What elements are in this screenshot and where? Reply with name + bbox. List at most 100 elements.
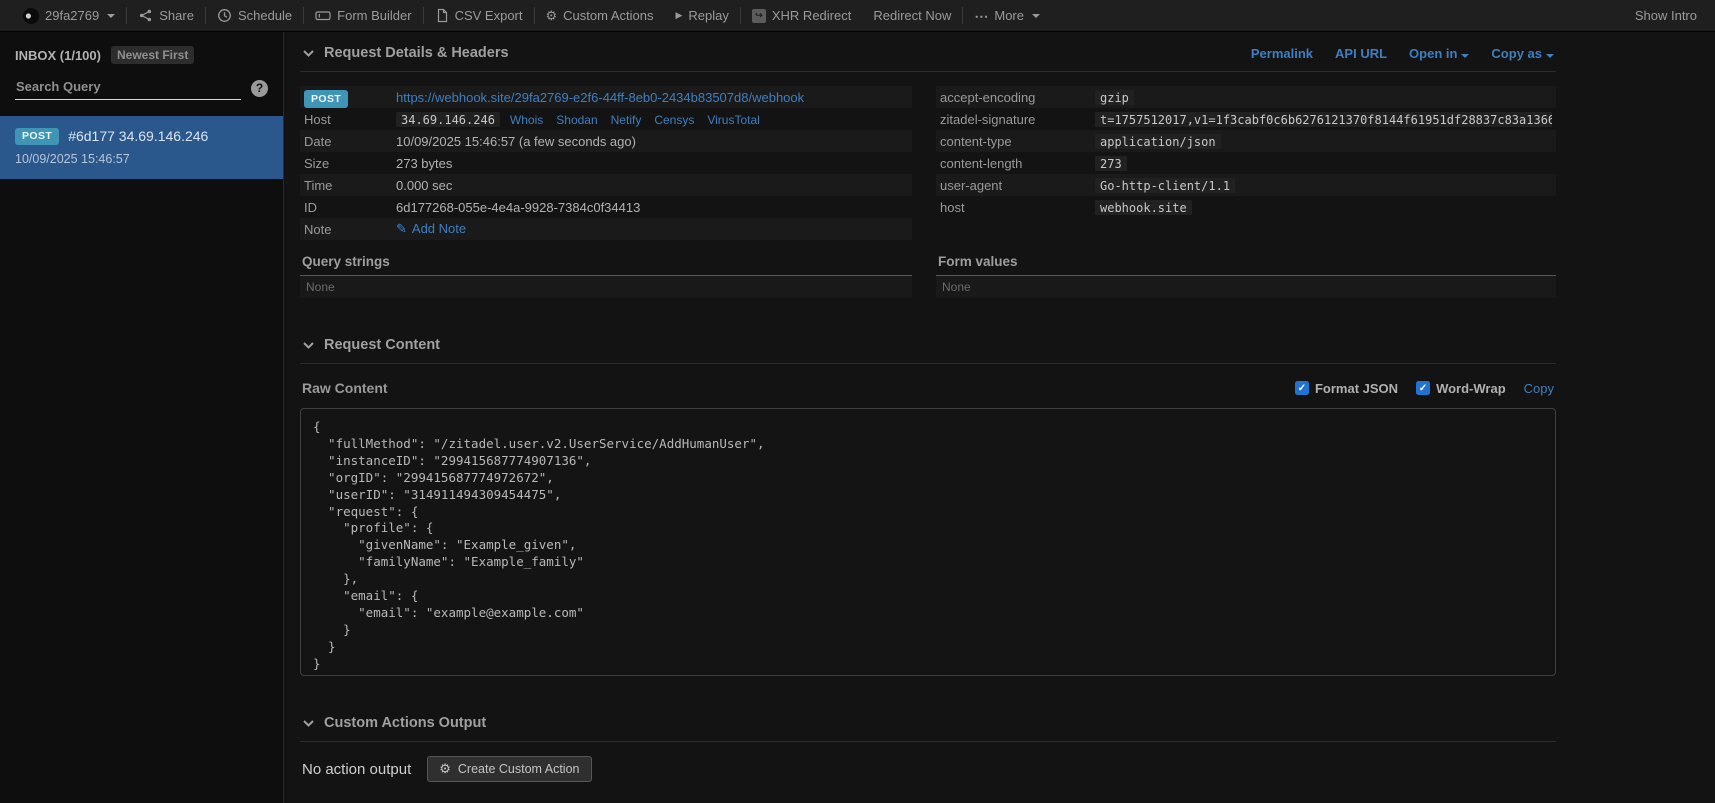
virustotal-link[interactable]: VirusTotal [707,113,759,127]
detail-row-note: Note Add Note [300,218,912,240]
no-action-output-label: No action output [302,761,411,778]
nav-more-label: More [994,8,1024,23]
webhook-url-link[interactable]: https://webhook.site/29fa2769-e2f6-44ff-… [396,90,804,105]
chevron-down-icon [107,14,115,18]
share-icon [138,8,153,23]
detail-label: Time [304,178,396,193]
detail-label: Host [304,112,396,127]
request-list-item-selected[interactable]: POST #6d177 34.69.146.246 10/09/2025 15:… [0,116,283,179]
nav-replay[interactable]: Replay [664,0,739,32]
open-in-label: Open in [1409,46,1457,61]
section-request-content-title: Request Content [324,337,440,353]
size-value: 273 bytes [396,156,908,171]
raw-content-bar: Raw Content Format JSON Word-Wrap Copy [302,380,1554,396]
add-note-label: Add Note [412,221,466,236]
chevron-down-icon [1032,14,1040,18]
open-in-dropdown[interactable]: Open in [1409,46,1469,61]
play-icon [675,11,682,20]
form-input-icon [315,8,331,23]
gear-icon [439,762,451,776]
nav-schedule-label: Schedule [238,8,292,23]
nav-form-builder-label: Form Builder [337,8,411,23]
clock-icon [217,8,232,23]
copy-as-dropdown[interactable]: Copy as [1491,46,1554,61]
create-custom-action-button[interactable]: Create Custom Action [427,756,591,782]
add-note-link[interactable]: Add Note [396,221,466,236]
requests-sidebar: INBOX (1/100) Newest First POST #6d177 3… [0,32,284,803]
query-strings-empty: None [300,276,912,298]
nav-xhr-redirect[interactable]: XHR Redirect [741,0,862,32]
header-row: content-length 273 [936,152,1556,174]
inbox-count-label: INBOX (1/100) [15,48,101,63]
xhr-redirect-icon [752,9,766,23]
section-request-details-title: Request Details & Headers [324,45,509,61]
token-label: 29fa2769 [45,8,99,23]
request-timestamp: 10/09/2025 15:46:57 [15,152,268,166]
word-wrap-label: Word-Wrap [1436,381,1506,396]
detail-row-size: Size 273 bytes [300,152,912,174]
header-value: 273 [1095,156,1127,171]
chevron-down-icon [302,339,315,352]
method-badge: POST [15,128,59,145]
nav-custom-actions[interactable]: Custom Actions [535,0,665,32]
format-json-checkbox[interactable]: Format JSON [1295,381,1398,396]
nav-redirect-now[interactable]: Redirect Now [862,0,962,32]
netify-link[interactable]: Netify [611,113,642,127]
whois-link[interactable]: Whois [510,113,543,127]
header-name: host [940,200,1095,215]
nav-schedule[interactable]: Schedule [206,0,303,32]
api-url-link[interactable]: API URL [1335,46,1387,61]
permalink-link[interactable]: Permalink [1251,46,1313,61]
header-name: user-agent [940,178,1095,193]
raw-json-content: { "fullMethod": "/zitadel.user.v2.UserSe… [313,419,1543,673]
logo-icon [23,8,39,24]
nav-csv-export-label: CSV Export [455,8,523,23]
search-help-icon[interactable] [251,80,268,97]
chevron-down-icon [302,717,315,730]
detail-label: Size [304,156,396,171]
nav-share[interactable]: Share [127,0,205,32]
form-values-empty: None [936,276,1556,298]
date-value: 10/09/2025 15:46:57 (a few seconds ago) [396,134,908,149]
format-json-label: Format JSON [1315,381,1398,396]
header-row: user-agent Go-http-client/1.1 [936,174,1556,196]
file-icon [435,8,449,23]
chevron-down-icon [1461,54,1469,58]
details-grid: POST https://webhook.site/29fa2769-e2f6-… [300,72,1556,298]
header-value: webhook.site [1095,200,1192,215]
section-custom-actions-header[interactable]: Custom Actions Output [300,702,1556,742]
copy-raw-content-link[interactable]: Copy [1524,381,1554,396]
chevron-down-icon [1546,54,1554,58]
show-intro-link[interactable]: Show Intro [1629,8,1703,23]
main-content: Request Details & Headers Permalink API … [284,32,1572,803]
raw-content-box: { "fullMethod": "/zitadel.user.v2.UserSe… [300,408,1556,676]
checkbox-checked-icon [1295,381,1309,395]
section-request-content-header[interactable]: Request Content [300,324,1556,364]
sort-order-toggle[interactable]: Newest First [111,46,194,64]
nav-form-builder[interactable]: Form Builder [304,0,422,32]
detail-label: Note [304,222,396,237]
detail-row-time: Time 0.000 sec [300,174,912,196]
pencil-icon [396,221,412,236]
header-row: content-type application/json [936,130,1556,152]
nav-csv-export[interactable]: CSV Export [424,0,534,32]
details-right-column: accept-encoding gzip zitadel-signature t… [936,86,1556,298]
webhook-site-app: 29fa2769 Share Schedule Form Builder [0,0,1715,803]
header-row: accept-encoding gzip [936,86,1556,108]
sidebar-header: INBOX (1/100) Newest First [0,32,283,100]
search-query-input[interactable] [15,76,241,100]
section-request-details-header[interactable]: Request Details & Headers Permalink API … [300,32,1556,72]
ellipsis-icon [974,9,988,23]
word-wrap-checkbox[interactable]: Word-Wrap [1416,381,1506,396]
header-name: content-length [940,156,1095,171]
details-left-column: POST https://webhook.site/29fa2769-e2f6-… [300,86,912,298]
shodan-link[interactable]: Shodan [556,113,597,127]
detail-row-id: ID 6d177268-055e-4e4a-9928-7384c0f34413 [300,196,912,218]
censys-link[interactable]: Censys [654,113,694,127]
nav-more-menu[interactable]: More [963,0,1051,32]
custom-actions-output-row: No action output Create Custom Action [300,756,1556,782]
token-menu[interactable]: 29fa2769 [12,0,126,32]
header-value: Go-http-client/1.1 [1095,178,1235,193]
header-name: zitadel-signature [940,112,1095,127]
method-badge: POST [304,90,348,108]
